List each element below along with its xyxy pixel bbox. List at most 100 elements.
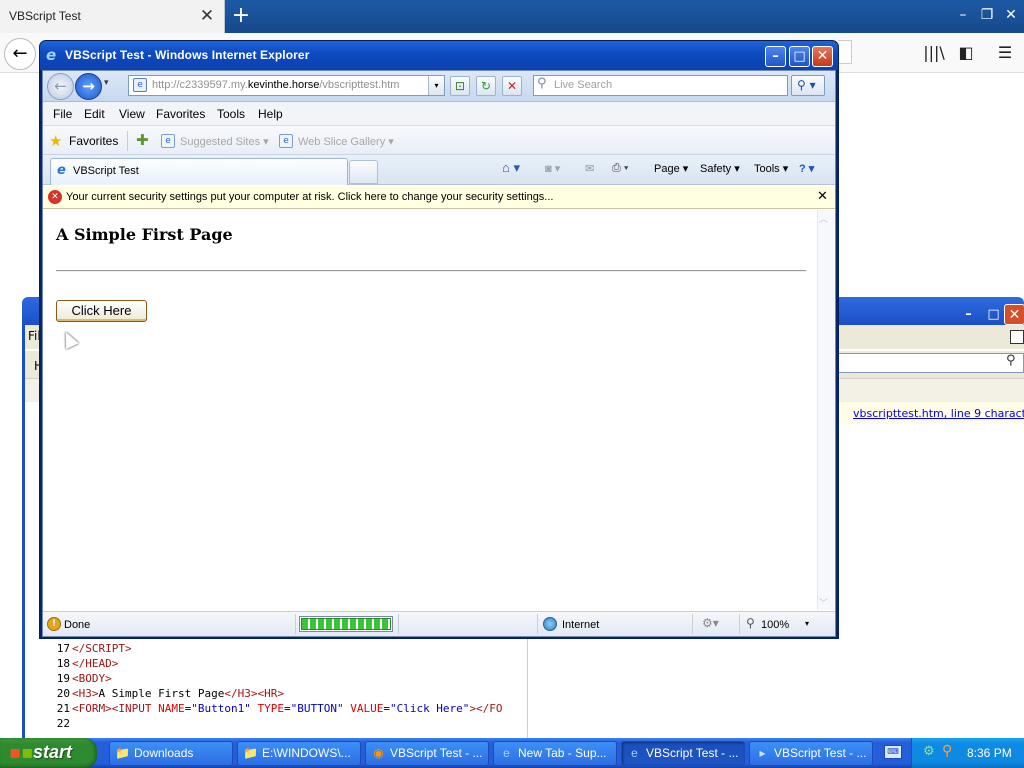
address-prefix: http://c2339597.my.	[152, 79, 248, 91]
windows-logo-icon: ▪▪	[9, 742, 34, 763]
taskbar-item[interactable]: 📁 E:\WINDOWS\...	[237, 741, 361, 766]
ie-maximize-button[interactable]: □	[789, 46, 810, 67]
taskbar-item[interactable]: e VBScript Test - ...	[621, 741, 745, 766]
web-slice-icon: e	[279, 134, 293, 148]
favorites-star-icon[interactable]: ★	[49, 132, 62, 150]
code-text: </HEAD>	[72, 657, 119, 670]
line-number: 19	[56, 672, 70, 685]
firefox-new-tab-button[interactable]: +	[229, 4, 253, 28]
page-status-icon: !	[47, 617, 61, 631]
firefox-back-button[interactable]: ←	[4, 38, 36, 70]
ie-tab-title: VBScript Test	[73, 165, 139, 177]
line-number: 21	[56, 702, 70, 715]
code-line: 19 <BODY>	[50, 671, 112, 686]
firefox-tab-close-icon[interactable]: ✕	[198, 6, 216, 26]
editor-minimize-button[interactable]: –	[958, 304, 979, 325]
ie-icon: e	[631, 746, 638, 760]
library-icon[interactable]: |||\	[922, 42, 946, 64]
menu-edit[interactable]: Edit	[84, 107, 105, 121]
taskbar-item[interactable]: ▸ VBScript Test - ...	[749, 741, 873, 766]
web-slice-gallery-link[interactable]: Web Slice Gallery ▾	[298, 135, 394, 148]
ie-history-dropdown-icon[interactable]: ▾	[104, 78, 109, 88]
taskbar-item-label: VBScript Test - ...	[774, 746, 867, 760]
menu-tools[interactable]: Tools	[217, 107, 245, 121]
zoom-level[interactable]: 100%	[761, 619, 789, 631]
suggested-sites-link[interactable]: Suggested Sites ▾	[180, 135, 269, 148]
help-icon[interactable]: ? ▾	[799, 162, 814, 175]
ie-new-tab-button[interactable]	[349, 160, 378, 184]
editor-restore-icon[interactable]	[1010, 330, 1024, 344]
clock: 8:36 PM	[967, 746, 1012, 760]
scroll-down-arrow-icon[interactable]: ﹀	[819, 596, 828, 609]
click-here-button[interactable]: Click Here	[56, 300, 147, 322]
taskbar-item-label: New Tab - Sup...	[518, 746, 607, 760]
information-bar-text[interactable]: Your current security settings put your …	[66, 191, 553, 203]
start-label[interactable]: start	[33, 742, 72, 763]
ie-search-button[interactable]: ⚲ ▾	[791, 75, 825, 96]
menu-favorites[interactable]: Favorites	[156, 107, 205, 121]
print-icon[interactable]: ⎙ ▾	[612, 162, 628, 175]
menu-help[interactable]: Help	[258, 107, 283, 121]
keyboard-language-icon[interactable]: ⌨	[884, 745, 902, 759]
address-dropdown-icon[interactable]: ▾	[428, 76, 444, 95]
ie-forward-button[interactable]: →	[75, 73, 102, 100]
code-line: 21 <FORM><INPUT NAME="Button1" TYPE="BUTT…	[50, 701, 503, 716]
zoom-magnifier-icon: ⚲	[746, 616, 755, 630]
page-vertical-scrollbar[interactable]	[817, 210, 835, 610]
safety-menu-button[interactable]: Safety ▾	[700, 162, 740, 175]
folder-icon: 📁	[243, 746, 258, 760]
address-path: /vbscripttest.htm	[319, 79, 400, 91]
status-text: Done	[64, 619, 91, 631]
scroll-up-arrow-icon[interactable]: ︿	[819, 212, 828, 225]
zoom-dropdown-icon[interactable]: ▾	[805, 619, 809, 628]
favorites-separator	[127, 131, 128, 151]
firefox-close-button[interactable]: ✕	[999, 4, 1023, 26]
ie-close-button[interactable]: ✕	[812, 46, 833, 67]
ie-icon: e	[503, 746, 510, 760]
editor-search-icon[interactable]: ⚲	[1006, 353, 1016, 368]
home-icon[interactable]: ⌂ ▾	[502, 160, 520, 176]
tools-menu-button[interactable]: Tools ▾	[754, 162, 788, 175]
taskbar-item[interactable]: ◉ VBScript Test - ...	[365, 741, 489, 766]
refresh-icon[interactable]: ↻	[476, 76, 496, 96]
favorites-button[interactable]: Favorites	[69, 134, 118, 148]
firefox-minimize-button[interactable]: –	[951, 4, 975, 26]
line-number: 20	[56, 687, 70, 700]
editor-close-button[interactable]: ✕	[1004, 304, 1024, 325]
sidebar-icon[interactable]: ◧	[954, 42, 978, 64]
read-mail-icon[interactable]: ✉	[585, 162, 594, 175]
tab-ie-icon: e	[57, 163, 66, 178]
feeds-icon[interactable]: ◙ ▾	[545, 162, 560, 175]
menu-view[interactable]: View	[119, 107, 145, 121]
page-menu-button[interactable]: Page ▾	[654, 162, 688, 175]
code-line: 20 <H3>A Simple First Page</H3><HR>	[50, 686, 284, 701]
taskbar-item[interactable]: 📁 Downloads	[109, 741, 233, 766]
ie-minimize-button[interactable]: –	[765, 46, 786, 67]
network-tray-icon[interactable]: ⚙	[923, 744, 935, 759]
horizontal-rule	[56, 270, 806, 272]
ie-back-button[interactable]: ←	[47, 73, 74, 100]
search-tray-icon[interactable]: ⚲	[942, 743, 952, 759]
code-editor[interactable]: 16->17</SCRIPT>18</HEAD>19<BODY>20<H3>A …	[50, 627, 528, 738]
menu-file[interactable]: File	[53, 107, 72, 121]
editor-error-link[interactable]: vbscripttest.htm, line 9 character 30	[853, 407, 1024, 420]
code-text: <H3>A Simple First Page</H3><HR>	[72, 687, 284, 700]
information-bar-close-icon[interactable]: ✕	[817, 189, 828, 204]
taskbar-item-label: E:\WINDOWS\...	[262, 746, 351, 760]
security-warning-icon: ✕	[48, 190, 62, 204]
editor-maximize-button[interactable]: □	[983, 304, 1004, 325]
add-to-favorites-icon[interactable]: ✚	[136, 131, 149, 149]
protected-mode-icon[interactable]: ⚙▾	[702, 616, 719, 630]
ie-window-title: VBScript Test - Windows Internet Explore…	[65, 48, 310, 62]
search-provider-icon: ⚲	[537, 76, 547, 91]
hamburger-menu-icon[interactable]: ☰	[993, 42, 1017, 64]
code-text: <BODY>	[72, 672, 112, 685]
stop-icon[interactable]: ✕	[502, 76, 522, 96]
firefox-restore-button[interactable]: ❐	[975, 4, 999, 26]
page-heading: A Simple First Page	[56, 225, 233, 244]
compatibility-view-icon[interactable]: ⊡	[450, 76, 470, 96]
taskbar-item[interactable]: e New Tab - Sup...	[493, 741, 617, 766]
security-zone-label[interactable]: Internet	[562, 619, 599, 631]
ie-address-text[interactable]: http://c2339597.my.kevinthe.horse/vbscri…	[152, 79, 399, 91]
editor-search-input[interactable]	[838, 353, 1024, 373]
